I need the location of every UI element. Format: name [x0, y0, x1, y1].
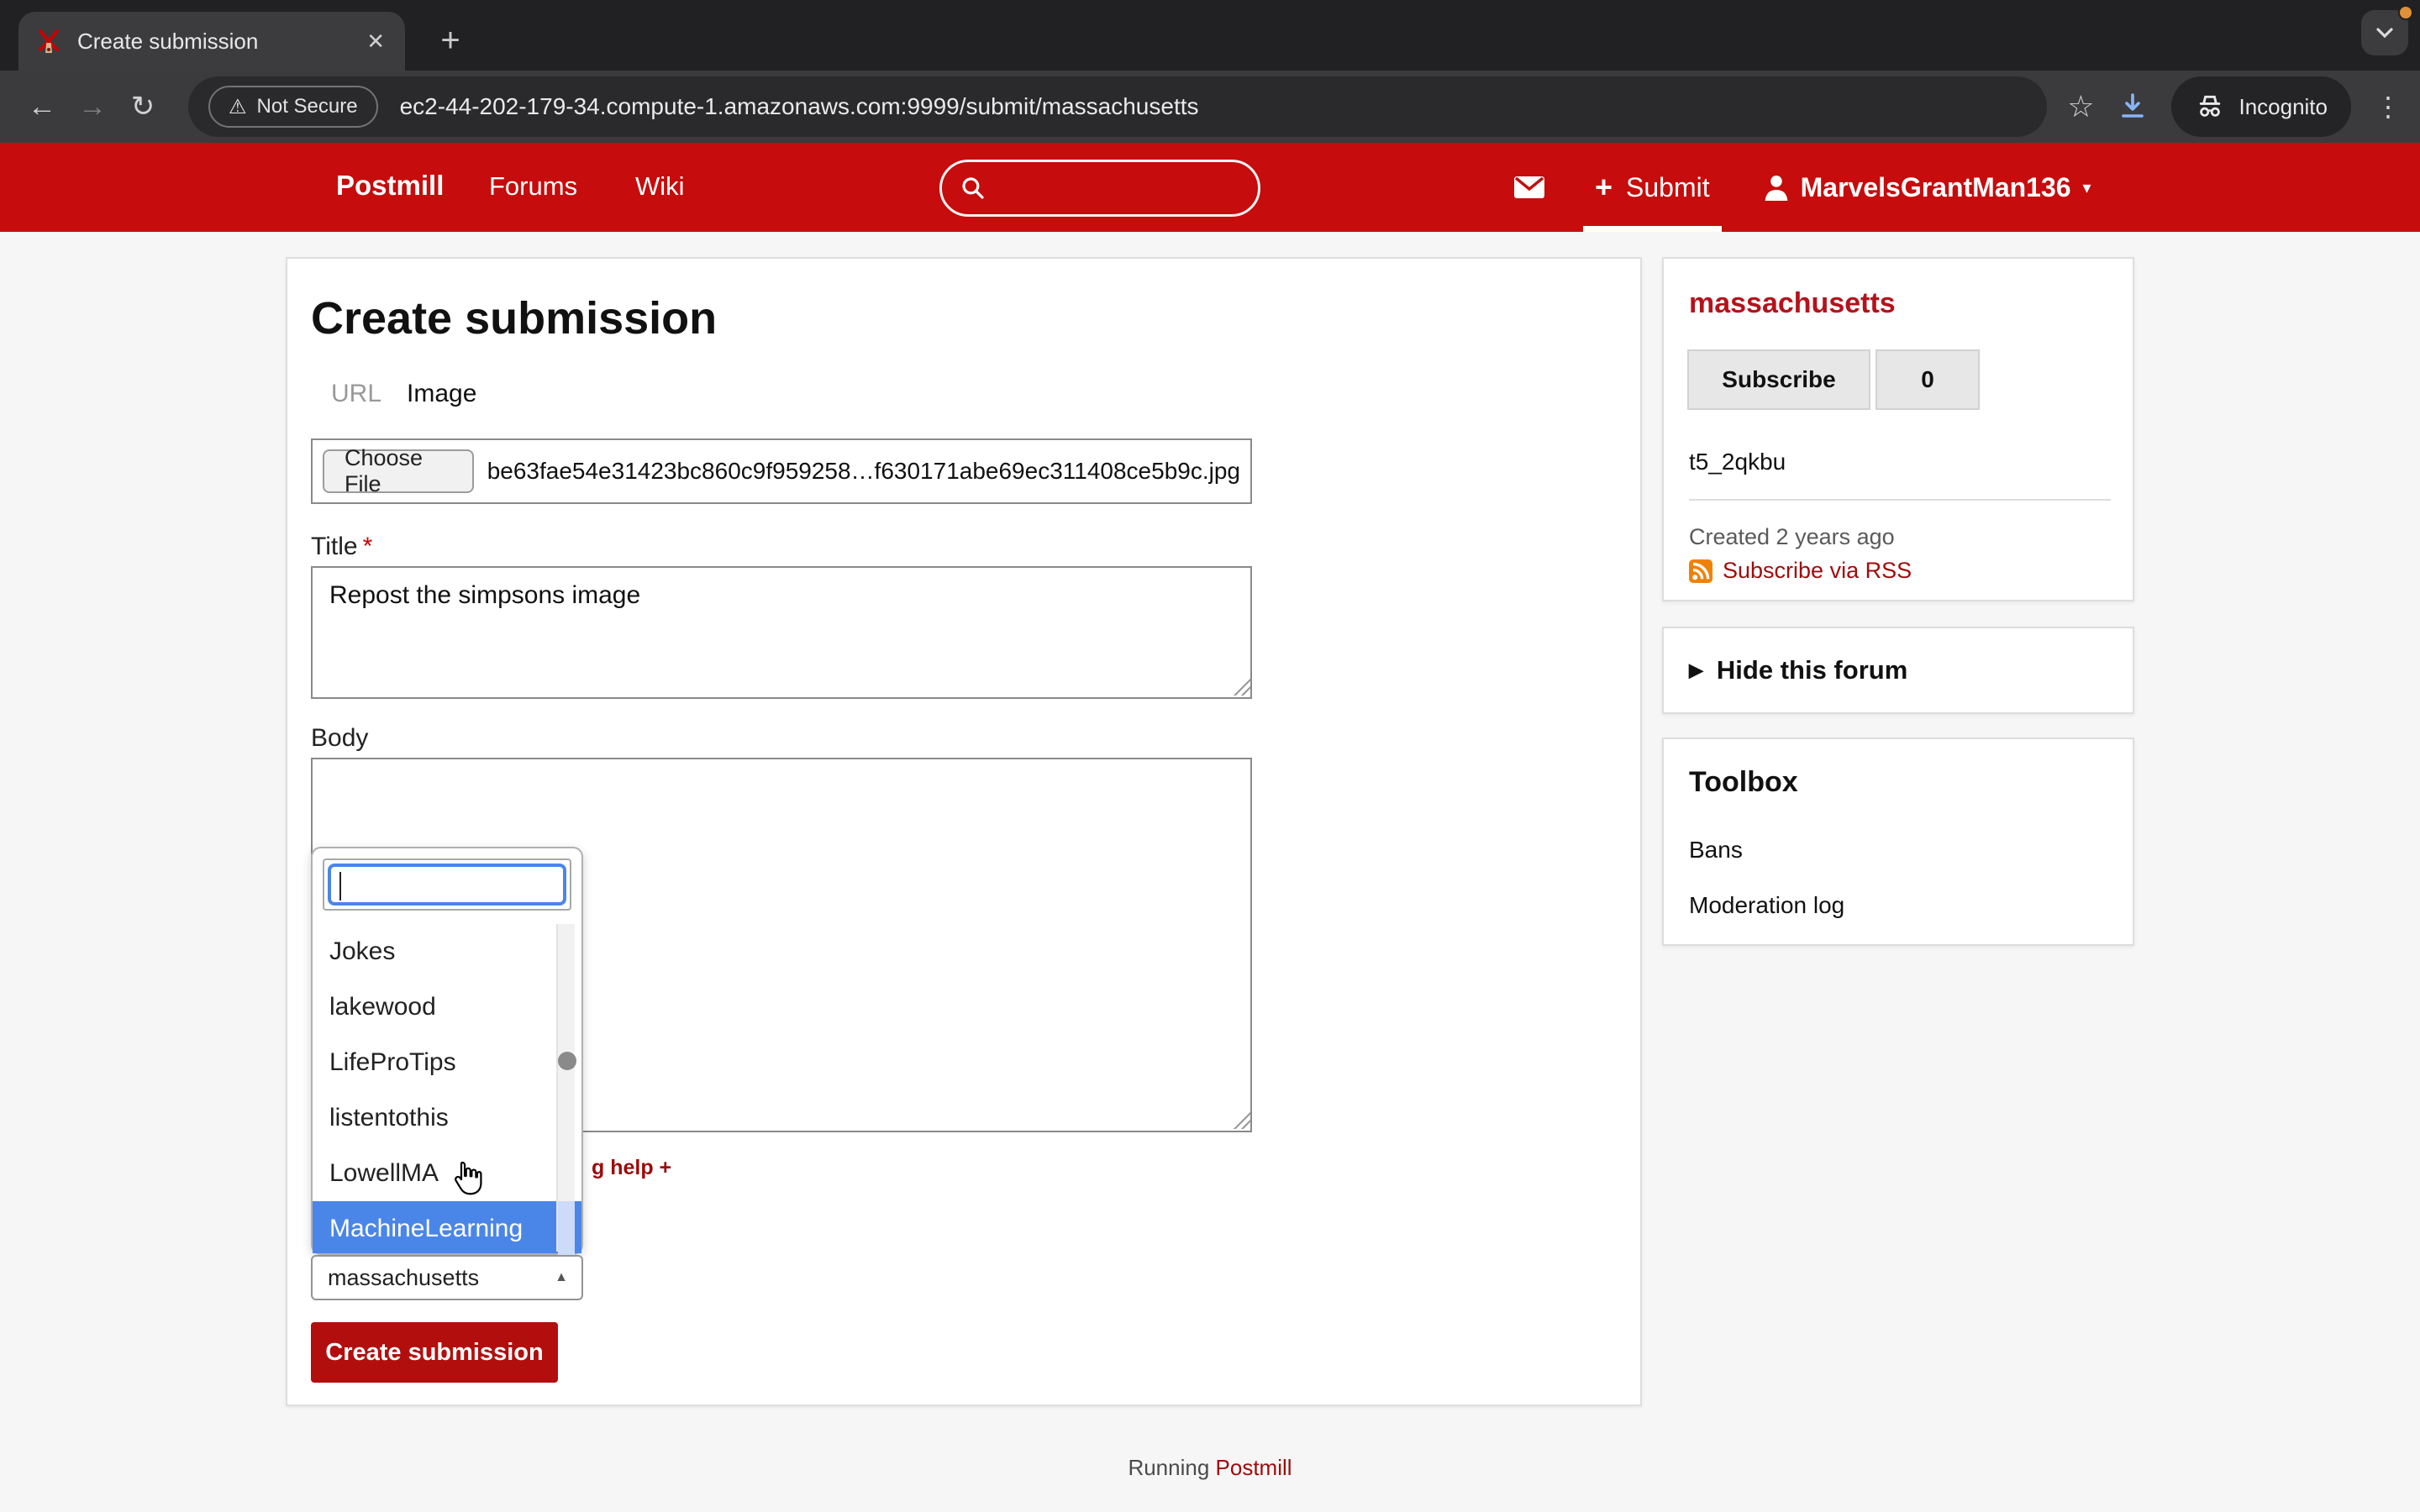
subscribe-button[interactable]: Subscribe [1687, 349, 1870, 410]
toolbox-card: Toolbox Bans Moderation log [1662, 738, 2134, 946]
toolbar-right-cluster: ☆ Incognito ⋮ [2067, 76, 2403, 137]
tab-image[interactable]: Image [407, 380, 476, 408]
page-content: Create submission URL Image Choose File … [0, 232, 2420, 1512]
forum-picker-dropdown: Jokes lakewood LifeProTips listentothis … [311, 847, 583, 1255]
toolbox-item-bans[interactable]: Bans [1689, 837, 1743, 864]
forum-search-wrapper [323, 858, 571, 911]
not-secure-chip[interactable]: ⚠ Not Secure [208, 86, 378, 128]
submit-label: Submit [1626, 172, 1710, 203]
forum-option[interactable]: Jokes [313, 924, 581, 979]
resize-grip-icon[interactable] [1234, 1112, 1250, 1129]
browser-toolbar: ← → ↻ ⚠ Not Secure ec2-44-202-179-34.com… [0, 71, 2420, 143]
incognito-icon [2195, 93, 2225, 120]
required-asterisk: * [363, 533, 373, 560]
triangle-up-icon: ▲ [555, 1257, 568, 1299]
dropdown-scrollbar[interactable] [556, 924, 575, 1252]
forum-id: t5_2qkbu [1689, 449, 1786, 475]
incognito-badge[interactable]: Incognito [2171, 76, 2351, 137]
browser-window: Create submission ✕ + ← → ↻ ⚠ Not Secure… [0, 0, 2420, 1512]
incognito-label: Incognito [2238, 94, 2328, 120]
toolbox-item-moderation-log[interactable]: Moderation log [1689, 892, 1844, 919]
reload-button[interactable]: ↻ [118, 81, 168, 132]
plus-icon: + [1595, 170, 1612, 205]
nav-link-wiki[interactable]: Wiki [635, 171, 685, 202]
username: MarvelsGrantMan136 [1801, 172, 2071, 203]
messages-button[interactable] [1501, 176, 1558, 199]
not-secure-label: Not Secure [257, 95, 358, 118]
site-navbar: Postmill Forums Wiki + Submit [0, 143, 2420, 232]
browser-menu-icon[interactable]: ⋮ [2375, 91, 2403, 123]
envelope-icon [1513, 176, 1545, 199]
chosen-filename: be63fae54e31423bc860c9f959258…f630171abe… [487, 458, 1240, 485]
update-badge-dot [2398, 5, 2413, 20]
url-text: ec2-44-202-179-34.compute-1.amazonaws.co… [400, 93, 1199, 120]
site-footer: Running Postmill [0, 1455, 2420, 1481]
tab-url[interactable]: URL [331, 380, 381, 408]
tab-search-button[interactable] [2361, 10, 2408, 55]
postmill-windmill-favicon [35, 28, 62, 55]
scrollbar-highlight-segment [558, 1201, 575, 1255]
forum-info-card: massachusetts Subscribe 0 t5_2qkbu Creat… [1662, 257, 2134, 601]
forum-option-list: Jokes lakewood LifeProTips listentothis … [313, 924, 581, 1253]
brand-link[interactable]: Postmill [336, 170, 444, 202]
tab-strip: Create submission ✕ + [0, 0, 2420, 71]
submit-tab[interactable]: + Submit [1568, 143, 1737, 232]
hand-cursor-icon [450, 1159, 482, 1198]
person-icon [1764, 174, 1789, 201]
browser-tab[interactable]: Create submission ✕ [18, 12, 405, 71]
search-icon [960, 176, 986, 201]
hide-forum-label: Hide this forum [1717, 655, 1907, 685]
forum-select[interactable]: massachusetts ▲ [311, 1255, 583, 1300]
forum-title-link[interactable]: massachusetts [1689, 287, 1896, 320]
forum-option[interactable]: listentothis [313, 1090, 581, 1146]
caret-down-icon: ▾ [2083, 177, 2091, 198]
warning-icon: ⚠ [229, 95, 247, 119]
page-title: Create submission [311, 292, 717, 344]
forum-option[interactable]: LifeProTips [313, 1035, 581, 1090]
image-file-input[interactable]: Choose File be63fae54e31423bc860c9f95925… [311, 438, 1252, 504]
footer-running-text: Running [1128, 1455, 1209, 1480]
hide-forum-toggle[interactable]: ▶ Hide this forum [1689, 655, 1907, 685]
formatting-help-fragment[interactable]: g help + [592, 1156, 671, 1180]
forum-option[interactable]: lakewood [313, 979, 581, 1035]
site-search-input[interactable] [939, 160, 1260, 217]
active-tab-underline [1583, 226, 1722, 232]
toolbox-title: Toolbox [1689, 766, 1798, 799]
download-icon[interactable] [2118, 92, 2148, 122]
choose-file-button[interactable]: Choose File [323, 449, 474, 493]
rss-icon [1689, 559, 1712, 583]
forum-option-highlighted[interactable]: MachineLearning [313, 1201, 581, 1253]
title-textarea[interactable]: Repost the simpsons image [311, 566, 1252, 699]
hide-forum-card: ▶ Hide this forum [1662, 627, 2134, 714]
back-button[interactable]: ← [17, 81, 67, 132]
rss-link-row[interactable]: Subscribe via RSS [1689, 558, 1912, 584]
triangle-right-icon: ▶ [1689, 659, 1703, 681]
url-bar[interactable]: ⚠ Not Secure ec2-44-202-179-34.compute-1… [188, 76, 2047, 137]
subscriber-count: 0 [1876, 349, 1980, 410]
chevron-down-icon [2375, 23, 2395, 43]
text-caret [339, 872, 341, 900]
navbar-right-cluster: + Submit MarvelsGrantMan136 ▾ [1501, 143, 2091, 232]
forum-option[interactable]: LowellMA [313, 1146, 581, 1201]
selected-forum: massachusetts [328, 1265, 479, 1290]
rss-link[interactable]: Subscribe via RSS [1723, 558, 1912, 584]
forum-created-text: Created 2 years ago [1689, 524, 1895, 550]
create-submission-button[interactable]: Create submission [311, 1322, 558, 1383]
footer-postmill-link[interactable]: Postmill [1216, 1455, 1292, 1480]
scrollbar-thumb[interactable] [558, 1052, 576, 1070]
bookmark-star-icon[interactable]: ☆ [2067, 89, 2094, 124]
nav-link-forums[interactable]: Forums [489, 171, 577, 202]
forward-button: → [67, 81, 118, 132]
create-submission-card: Create submission URL Image Choose File … [286, 257, 1642, 1406]
resize-grip-icon[interactable] [1234, 679, 1250, 696]
new-tab-button[interactable]: + [427, 17, 474, 64]
body-label: Body [311, 724, 368, 753]
tab-close-icon[interactable]: ✕ [363, 29, 388, 55]
tab-title: Create submission [77, 29, 363, 55]
user-menu[interactable]: MarvelsGrantMan136 ▾ [1764, 172, 2091, 203]
title-label: Title* [311, 533, 372, 561]
divider [1689, 499, 2111, 501]
forum-search-input[interactable] [328, 864, 566, 906]
